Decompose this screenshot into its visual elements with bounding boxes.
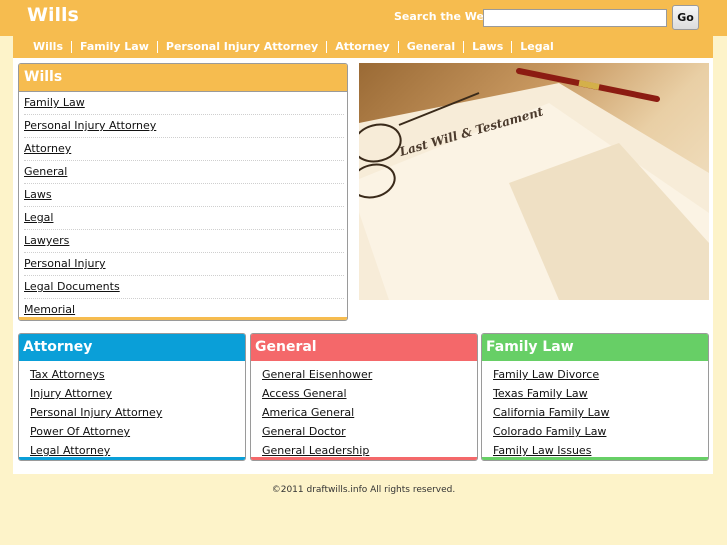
list-item: Attorney <box>24 138 344 161</box>
search-label: Search the Web: <box>394 10 497 23</box>
general-link-general-leadership[interactable]: General Leadership <box>262 444 369 457</box>
list-item: Colorado Family Law <box>493 422 708 441</box>
general-column-footer-bar <box>251 457 477 460</box>
wills-link-list: Family Law Personal Injury Attorney Atto… <box>19 92 347 320</box>
nav-item-laws[interactable]: Laws <box>463 41 511 53</box>
general-column-title: General <box>251 334 477 361</box>
general-link-list: General Eisenhower Access General Americ… <box>251 365 477 460</box>
attorney-link-personal-injury-attorney[interactable]: Personal Injury Attorney <box>30 406 162 419</box>
family-law-link-divorce[interactable]: Family Law Divorce <box>493 368 599 381</box>
general-link-access-general[interactable]: Access General <box>262 387 347 400</box>
attorney-link-injury-attorney[interactable]: Injury Attorney <box>30 387 112 400</box>
general-link-general-eisenhower[interactable]: General Eisenhower <box>262 368 372 381</box>
list-item: Laws <box>24 184 344 207</box>
list-item: General Eisenhower <box>262 365 477 384</box>
wills-link-lawyers[interactable]: Lawyers <box>24 234 69 247</box>
wills-link-personal-injury-attorney[interactable]: Personal Injury Attorney <box>24 119 156 132</box>
general-link-america-general[interactable]: America General <box>262 406 354 419</box>
list-item: Personal Injury Attorney <box>24 115 344 138</box>
list-item: Legal Documents <box>24 276 344 299</box>
wills-link-memorial[interactable]: Memorial <box>24 303 75 316</box>
nav-item-attorney[interactable]: Attorney <box>326 41 397 53</box>
pen-gold-band <box>578 80 600 90</box>
wills-links-box: Wills Family Law Personal Injury Attorne… <box>18 63 348 321</box>
list-item: America General <box>262 403 477 422</box>
attorney-link-list: Tax Attorneys Injury Attorney Personal I… <box>19 365 245 460</box>
attorney-column-footer-bar <box>19 457 245 460</box>
wills-link-personal-injury[interactable]: Personal Injury <box>24 257 106 270</box>
list-item: Personal Injury Attorney <box>30 403 245 422</box>
wills-link-family-law[interactable]: Family Law <box>24 96 85 109</box>
search-go-button[interactable]: Go <box>672 5 699 30</box>
general-link-general-doctor[interactable]: General Doctor <box>262 425 346 438</box>
nav-item-personal-injury-attorney[interactable]: Personal Injury Attorney <box>156 41 326 53</box>
family-law-link-texas[interactable]: Texas Family Law <box>493 387 588 400</box>
top-nav: Wills Family Law Personal Injury Attorne… <box>13 36 713 58</box>
wills-box-title: Wills <box>19 64 347 92</box>
family-law-link-list: Family Law Divorce Texas Family Law Cali… <box>482 365 708 460</box>
list-item: California Family Law <box>493 403 708 422</box>
family-law-column-footer-bar <box>482 457 708 460</box>
search-input[interactable] <box>483 9 667 27</box>
list-item: Access General <box>262 384 477 403</box>
list-item: Lawyers <box>24 230 344 253</box>
list-item: Power Of Attorney <box>30 422 245 441</box>
wills-link-legal-documents[interactable]: Legal Documents <box>24 280 120 293</box>
site-logo[interactable]: Wills <box>27 4 79 26</box>
will-document-illustration: Last Will & Testament <box>359 68 709 300</box>
family-law-column: Family Law Family Law Divorce Texas Fami… <box>481 333 709 461</box>
wills-box-footer-bar <box>19 317 347 320</box>
list-item: Tax Attorneys <box>30 365 245 384</box>
copyright-text: ©2011 draftwills.info All rights reserve… <box>271 485 456 495</box>
list-item: Family Law Divorce <box>493 365 708 384</box>
list-item: Injury Attorney <box>30 384 245 403</box>
nav-item-wills[interactable]: Wills <box>25 41 71 53</box>
wills-link-laws[interactable]: Laws <box>24 188 52 201</box>
general-column: General General Eisenhower Access Genera… <box>250 333 478 461</box>
list-item: General Doctor <box>262 422 477 441</box>
family-law-link-issues[interactable]: Family Law Issues <box>493 444 591 457</box>
nav-item-family-law[interactable]: Family Law <box>71 41 157 53</box>
attorney-link-tax-attorneys[interactable]: Tax Attorneys <box>30 368 105 381</box>
family-law-column-title: Family Law <box>482 334 708 361</box>
attorney-column: Attorney Tax Attorneys Injury Attorney P… <box>18 333 246 461</box>
site-header: Wills Search the Web: Go <box>0 0 727 36</box>
list-item: Personal Injury <box>24 253 344 276</box>
family-law-link-california[interactable]: California Family Law <box>493 406 610 419</box>
wills-link-general[interactable]: General <box>24 165 67 178</box>
attorney-link-legal-attorney[interactable]: Legal Attorney <box>30 444 110 457</box>
hero-image: Last Will & Testament <box>359 63 709 300</box>
attorney-column-title: Attorney <box>19 334 245 361</box>
list-item: Family Law <box>24 92 344 115</box>
family-law-link-colorado[interactable]: Colorado Family Law <box>493 425 606 438</box>
wills-link-legal[interactable]: Legal <box>24 211 53 224</box>
list-item: Texas Family Law <box>493 384 708 403</box>
nav-item-legal[interactable]: Legal <box>511 41 562 53</box>
list-item: General <box>24 161 344 184</box>
attorney-link-power-of-attorney[interactable]: Power Of Attorney <box>30 425 130 438</box>
content-wrapper: Wills Family Law Personal Injury Attorne… <box>13 36 713 474</box>
nav-item-general[interactable]: General <box>397 41 463 53</box>
list-item: Legal <box>24 207 344 230</box>
wills-link-attorney[interactable]: Attorney <box>24 142 71 155</box>
